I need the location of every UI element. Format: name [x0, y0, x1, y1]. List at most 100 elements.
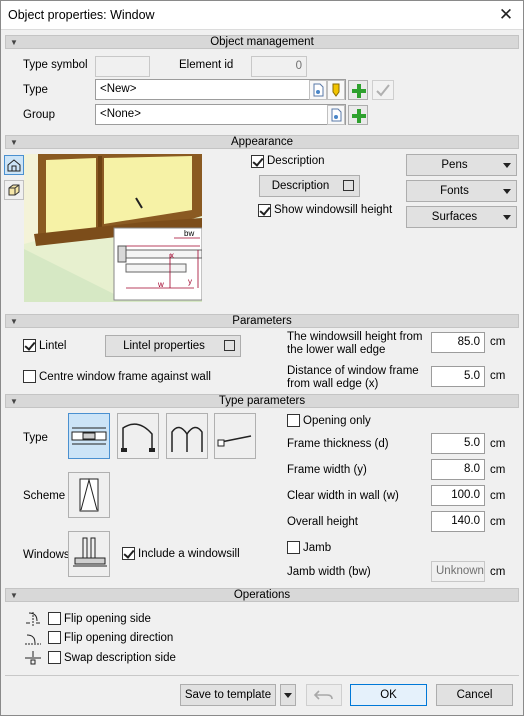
flip-direction-label: Flip opening direction: [64, 632, 174, 644]
window-type-double-arch-button[interactable]: [166, 413, 208, 459]
group-add-icon[interactable]: [348, 105, 368, 125]
section-title: Type parameters: [218, 395, 306, 407]
dim-x-text: x: [170, 251, 174, 260]
lintel-label: Lintel: [39, 340, 67, 352]
description-button-label: Description: [271, 180, 330, 192]
group-browse-icon[interactable]: [327, 105, 345, 125]
scheme-label: Scheme: [23, 490, 66, 502]
jamb-width-unit: cm: [490, 566, 506, 578]
window-type-arch-button[interactable]: [117, 413, 159, 459]
element-id-label: Element id: [179, 59, 234, 71]
chevron-down-icon: [284, 693, 292, 698]
pens-button[interactable]: Pens: [406, 154, 517, 176]
flip-side-checkbox[interactable]: [48, 612, 61, 625]
undo-icon: [313, 690, 333, 700]
jamb-checkbox[interactable]: [287, 541, 300, 554]
centre-frame-checkbox[interactable]: [23, 370, 36, 383]
ok-button[interactable]: OK: [350, 684, 427, 706]
section-title: Operations: [233, 589, 291, 601]
type-add-icon[interactable]: [348, 80, 368, 100]
frame-width-label: Frame width (y): [287, 464, 367, 476]
surfaces-button[interactable]: Surfaces: [406, 206, 517, 228]
footer-divider: [5, 675, 519, 676]
dim-y-text: y: [188, 277, 192, 286]
windowsill-height-unit: cm: [490, 336, 506, 348]
type-symbol-field[interactable]: [95, 56, 150, 77]
frame-distance-unit: cm: [490, 370, 506, 382]
dim-w-text: w: [157, 280, 164, 289]
swap-description-label: Swap description side: [64, 652, 176, 664]
type-check-icon[interactable]: [372, 80, 394, 100]
lintel-checkbox[interactable]: [23, 339, 36, 352]
flip-side-label: Flip opening side: [64, 613, 151, 625]
section-operations[interactable]: ▼ Operations: [5, 588, 519, 602]
frame-thickness-unit: cm: [490, 438, 506, 450]
type-param-label: Type: [23, 432, 48, 444]
lintel-properties-label: Lintel properties: [123, 340, 205, 352]
jamb-width-input[interactable]: Unknown>: [431, 561, 485, 582]
clear-width-unit: cm: [490, 490, 506, 502]
section-title: Appearance: [230, 136, 294, 148]
section-parameters[interactable]: ▼ Parameters: [5, 314, 519, 328]
clear-width-input[interactable]: 100.0: [431, 485, 485, 506]
open-dialog-icon: [224, 340, 235, 351]
windowsill-height-label: The windowsill height from the lower wal…: [287, 331, 423, 356]
jamb-width-label: Jamb width (bw): [287, 566, 371, 578]
element-id-field[interactable]: 0: [251, 56, 307, 77]
fonts-button[interactable]: Fonts: [406, 180, 517, 202]
flip-direction-checkbox[interactable]: [48, 631, 61, 644]
description-checkbox-label: Description: [267, 155, 325, 167]
section-title: Parameters: [232, 315, 292, 327]
description-button[interactable]: Description: [259, 175, 360, 197]
opening-only-checkbox[interactable]: [287, 414, 300, 427]
jamb-label: Jamb: [303, 542, 332, 554]
close-button[interactable]: ✕: [494, 4, 518, 26]
frame-thickness-label: Frame thickness (d): [287, 438, 389, 450]
view-box-tab[interactable]: [4, 180, 24, 200]
save-template-dropdown[interactable]: [280, 684, 296, 706]
open-dialog-icon: [343, 180, 354, 191]
dim-bw-text: bw: [184, 229, 194, 238]
frame-width-input[interactable]: 8.0: [431, 459, 485, 480]
overall-height-label: Overall height: [287, 516, 358, 528]
frame-distance-label: Distance of window frame from wall edge …: [287, 365, 419, 390]
frame-thickness-input[interactable]: 5.0: [431, 433, 485, 454]
view-3d-tab[interactable]: [4, 155, 24, 175]
windowsill-type-button[interactable]: [68, 531, 110, 577]
section-object-management[interactable]: ▼ Object management: [5, 35, 519, 49]
window-title: Object properties: Window: [8, 8, 155, 22]
save-to-template-button[interactable]: Save to template: [180, 684, 276, 706]
lintel-properties-button[interactable]: Lintel properties: [105, 335, 241, 357]
window-preview-image: bw x y w: [24, 154, 202, 302]
swap-description-icon: [23, 650, 43, 666]
window-type-flat-button[interactable]: [68, 413, 110, 459]
type-save-icon[interactable]: [327, 80, 345, 100]
include-windowsill-checkbox[interactable]: [122, 547, 135, 560]
windowsill-height-input[interactable]: 85.0: [431, 332, 485, 353]
overall-height-input[interactable]: 140.0: [431, 511, 485, 532]
cancel-button[interactable]: Cancel: [436, 684, 513, 706]
opening-only-label: Opening only: [303, 415, 371, 427]
type-label: Type: [23, 84, 48, 96]
show-windowsill-checkbox[interactable]: [258, 204, 271, 217]
flip-side-icon: [23, 611, 43, 627]
section-appearance[interactable]: ▼ Appearance: [5, 135, 519, 149]
window-scheme-button[interactable]: [68, 472, 110, 518]
undo-button[interactable]: [306, 684, 342, 706]
centre-frame-label: Centre window frame against wall: [39, 371, 211, 383]
frame-width-unit: cm: [490, 464, 506, 476]
overall-height-unit: cm: [490, 516, 506, 528]
description-checkbox[interactable]: [251, 155, 264, 168]
swap-description-checkbox[interactable]: [48, 651, 61, 664]
type-symbol-label: Type symbol: [23, 59, 88, 71]
show-windowsill-label: Show windowsill height: [274, 204, 393, 216]
clear-width-label: Clear width in wall (w): [287, 490, 399, 502]
group-select[interactable]: <None>: [95, 104, 346, 125]
frame-distance-input[interactable]: 5.0: [431, 366, 485, 387]
section-type-parameters[interactable]: ▼ Type parameters: [5, 394, 519, 408]
flip-direction-icon: [23, 631, 43, 647]
group-label: Group: [23, 109, 55, 121]
type-browse-icon[interactable]: [309, 80, 327, 100]
include-windowsill-label: Include a windowsill: [138, 548, 240, 560]
window-type-pane-button[interactable]: [214, 413, 256, 459]
